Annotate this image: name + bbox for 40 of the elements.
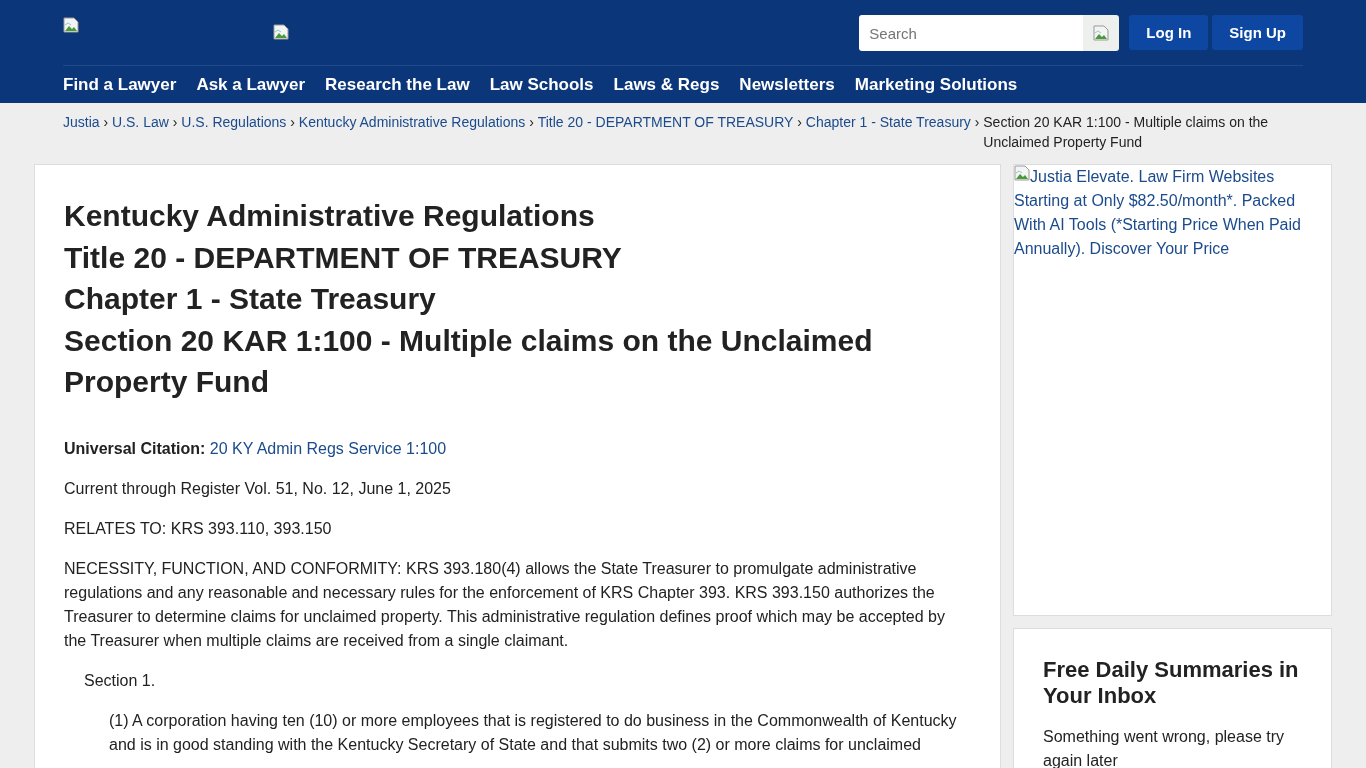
- breadcrumb-link[interactable]: Title 20 - DEPARTMENT OF TREASURY: [537, 112, 794, 132]
- nav-link[interactable]: Law Schools: [489, 74, 594, 95]
- breadcrumb-separator: ›: [289, 113, 296, 132]
- newsletter-title: Free Daily Summaries in Your Inbox: [1043, 657, 1300, 709]
- breadcrumb-separator: ›: [102, 113, 110, 132]
- ad-link[interactable]: Justia Elevate. Law Firm Websites Starting at Only $82.50/month*. Packed With AI Tools (*Starting Price When Paid Annually). Discover Your Price: [1014, 165, 1331, 261]
- section-heading: Section 1.: [83, 670, 157, 691]
- citation-label: Universal Citation:: [64, 439, 206, 457]
- article-title: Kentucky Administrative Regulations: [64, 198, 596, 234]
- login-button[interactable]: Log In: [1129, 15, 1209, 50]
- breadcrumb-separator: ›: [528, 113, 535, 132]
- signup-button[interactable]: Sign Up: [1212, 15, 1303, 50]
- nav-link[interactable]: Laws & Regs: [613, 74, 720, 95]
- paragraph: (1) A corporation having ten (10) or more employees that is registered to do business in the Commonwealth of Kentucky and is in good standing with the Kentucky Secretary of State and that submits two (2) or more claims for unclaimed: [108, 710, 958, 755]
- search-button[interactable]: [1083, 15, 1120, 51]
- breadcrumb-separator: ›: [796, 113, 803, 132]
- nav-link[interactable]: Marketing Solutions: [854, 74, 1018, 95]
- nav-link[interactable]: Find a Lawyer: [63, 74, 177, 95]
- broken-image-icon: [1093, 25, 1110, 41]
- breadcrumb-link[interactable]: Justia: [63, 112, 100, 132]
- broken-image-icon: [63, 17, 79, 33]
- paragraph: Current through Register Vol. 51, No. 12, June 1, 2025: [64, 478, 452, 499]
- breadcrumb-separator: ›: [171, 113, 179, 132]
- search-field[interactable]: Search: [859, 15, 1084, 51]
- article-title: Title 20 - DEPARTMENT OF TREASURY: [64, 239, 623, 276]
- broken-image-icon: [273, 24, 289, 40]
- article-title: Section 20 KAR 1:100 - Multiple claims on the Unclaimed Property Fund: [64, 322, 874, 400]
- citation-link[interactable]: 20 KY Admin Regs Service 1:100: [209, 439, 447, 457]
- nav-link[interactable]: Research the Law: [325, 74, 470, 95]
- breadcrumb-separator: ›: [973, 113, 981, 132]
- paragraph: RELATES TO: KRS 393.110, 393.150: [64, 518, 333, 539]
- nav-link[interactable]: Newsletters: [739, 74, 835, 95]
- article-title: Chapter 1 - State Treasury: [64, 281, 437, 317]
- nav-link[interactable]: Ask a Lawyer: [196, 74, 306, 95]
- paragraph: NECESSITY, FUNCTION, AND CONFORMITY: KRS 393.180(4) allows the State Treasurer to promulgate administrative regulations and any reasonable and necessary rules for the enforcement of KRS Chapter 393. KRS 393.150 authorizes the Treasurer to determine claims for unclaimed property. This administrative regulation defines proof which may be accepted by the Treasurer when multiple claims are received from a single claimant.: [64, 558, 946, 651]
- breadcrumb-link[interactable]: U.S. Law: [112, 112, 169, 132]
- breadcrumb-link[interactable]: U.S. Regulations: [181, 112, 287, 132]
- breadcrumb-link[interactable]: Kentucky Administrative Regulations: [298, 112, 526, 132]
- breadcrumb-current: Section 20 KAR 1:100 - Multiple claims on the Unclaimed Property Fund: [983, 113, 1270, 152]
- breadcrumb-link[interactable]: Chapter 1 - State Treasury: [805, 112, 971, 132]
